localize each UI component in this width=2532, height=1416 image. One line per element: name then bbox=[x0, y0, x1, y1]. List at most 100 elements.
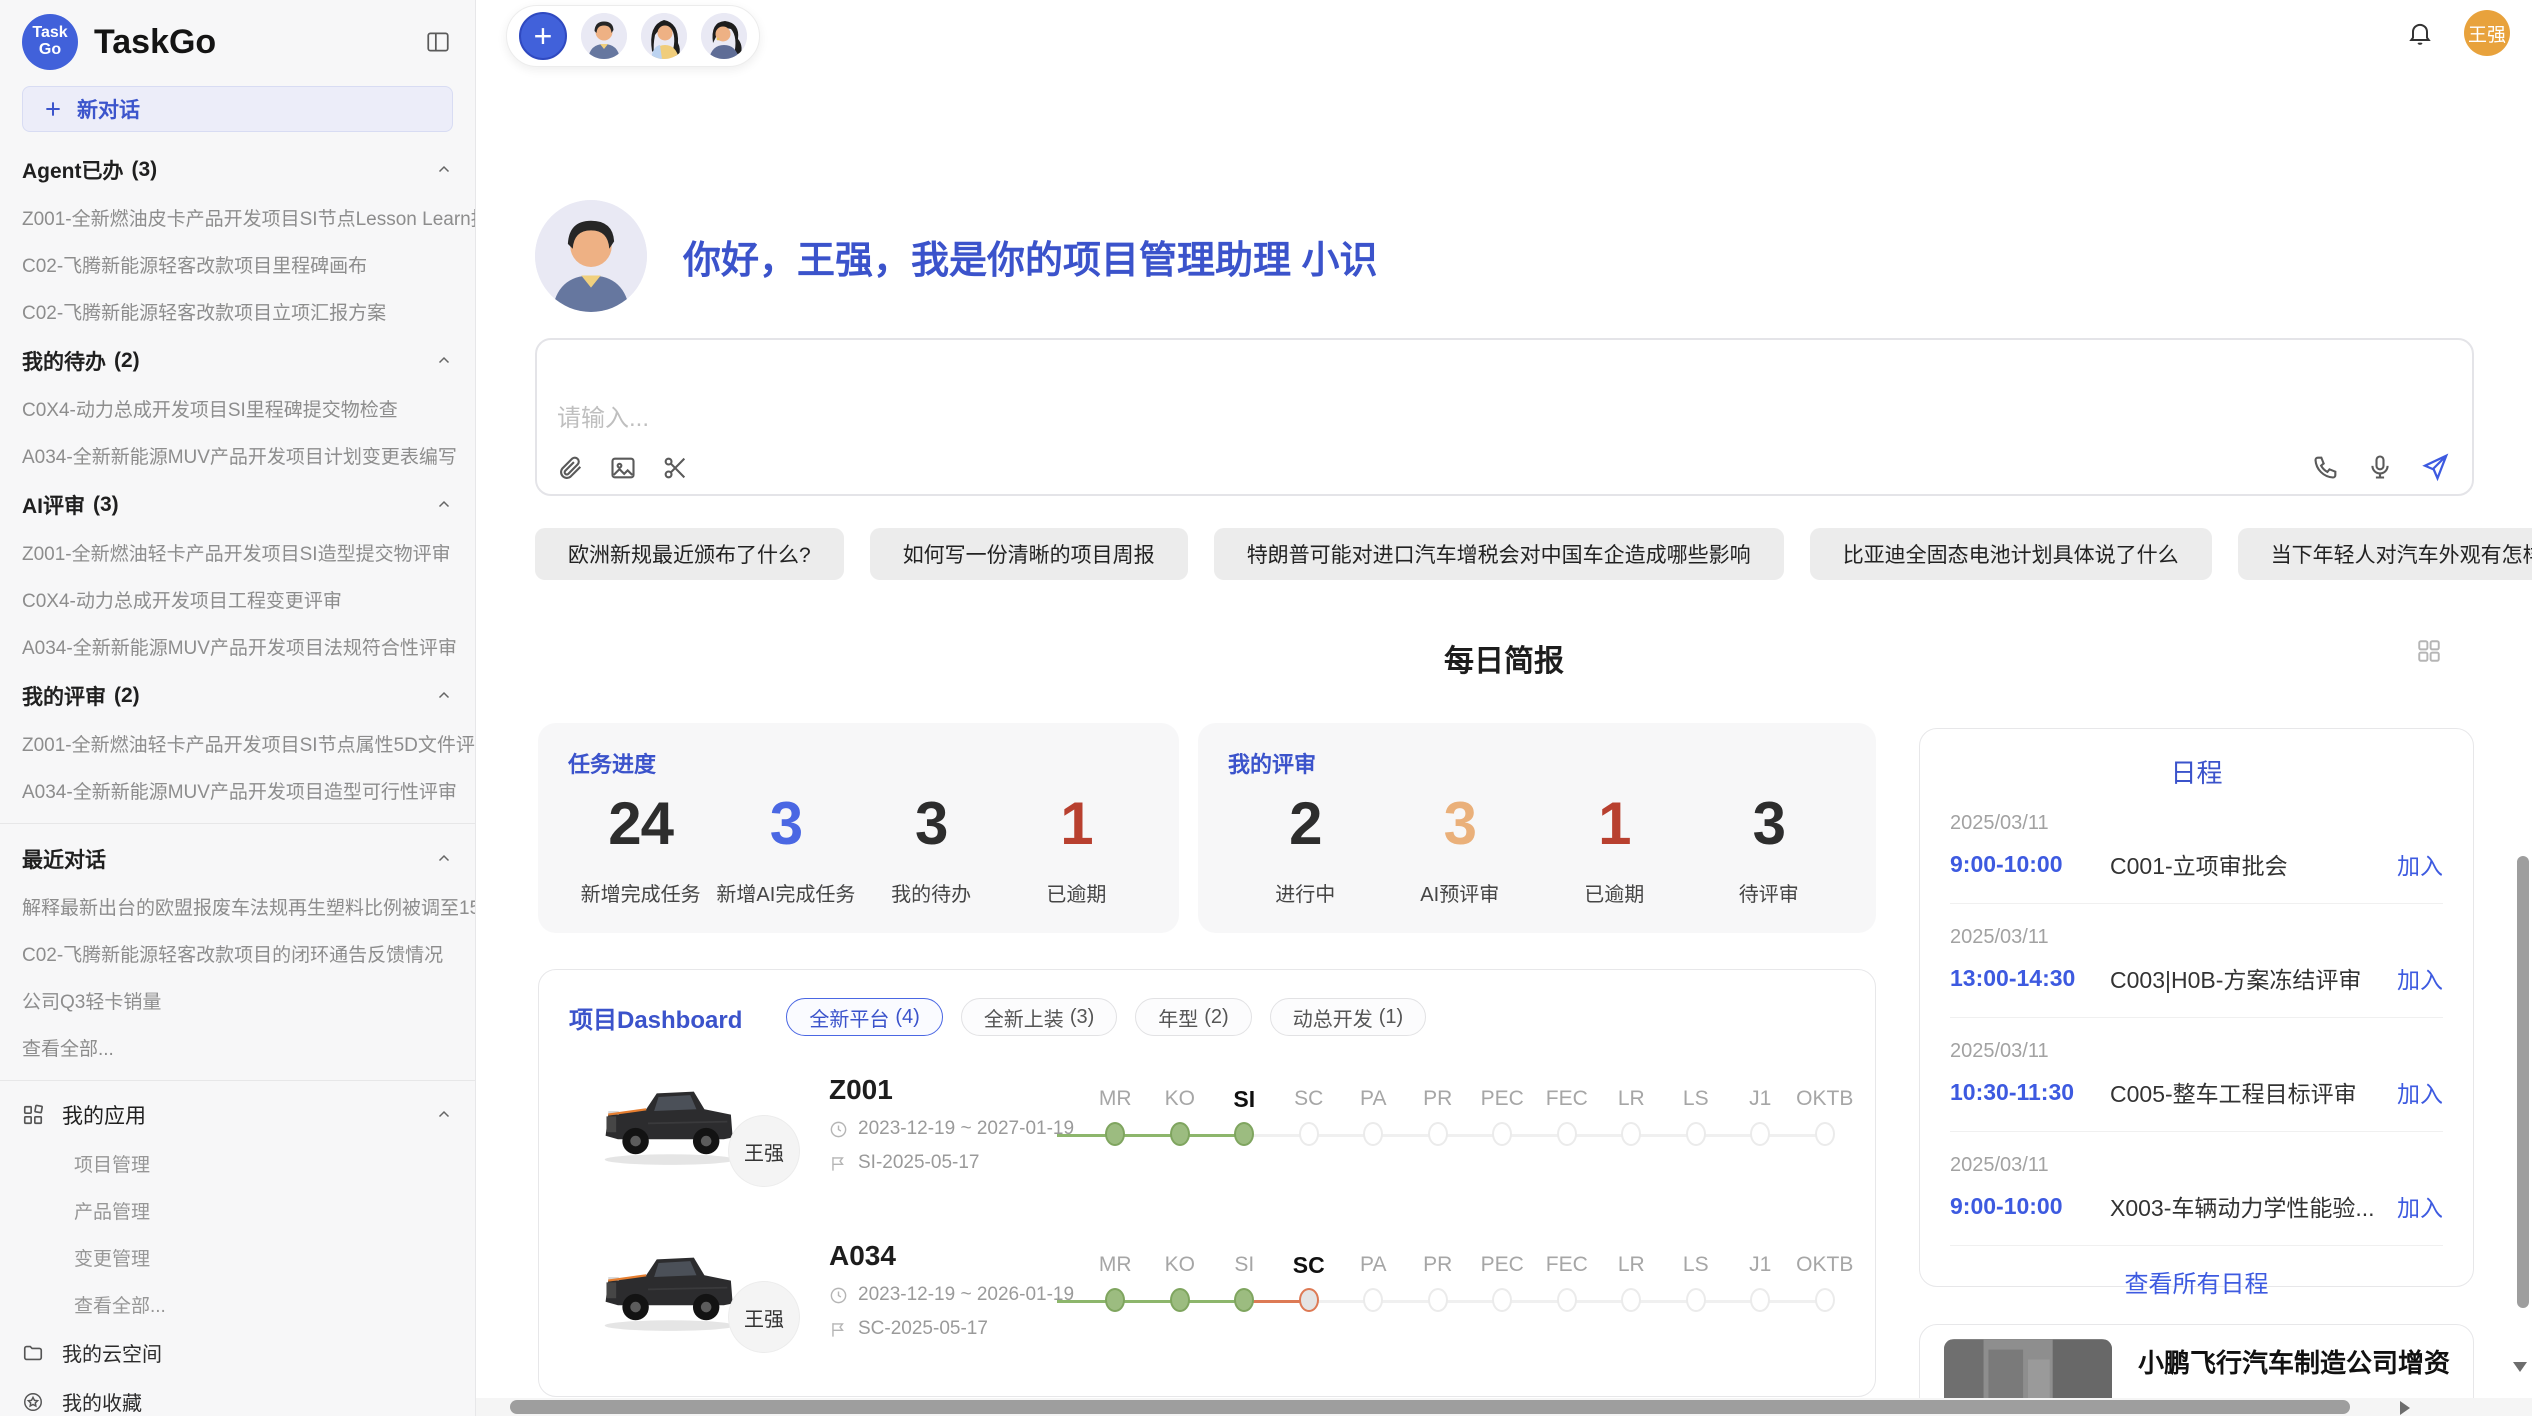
suggestion-chip[interactable]: 比亚迪全固态电池计划具体说了什么 bbox=[1810, 528, 2212, 580]
project-thumbnail bbox=[595, 1070, 745, 1168]
chevron-up-icon bbox=[435, 1106, 453, 1124]
project-row[interactable]: 王强 Z001 2023-12-19 ~ 2027-01-19 SI-2025-… bbox=[569, 1070, 1845, 1202]
schedule-date: 2025/03/11 bbox=[1950, 1154, 2443, 1177]
sidebar-item-my-apps[interactable]: 我的应用 bbox=[0, 1090, 475, 1140]
app-link-project-mgmt[interactable]: 项目管理 bbox=[0, 1140, 475, 1187]
tab-model-year[interactable]: 年型(2) bbox=[1135, 998, 1251, 1036]
add-agent-button[interactable]: + bbox=[519, 12, 567, 60]
chat-input[interactable] bbox=[557, 398, 2257, 442]
tab-new-platform[interactable]: 全新平台(4) bbox=[786, 998, 942, 1036]
agent-avatar[interactable] bbox=[641, 13, 687, 59]
sidebar-item-favorites[interactable]: 我的收藏 bbox=[0, 1377, 475, 1416]
sidebar-item[interactable]: Z001-全新燃油轻卡产品开发项目SI造型提交物评审 bbox=[0, 529, 475, 576]
notifications-bell-icon[interactable] bbox=[2406, 19, 2434, 47]
apps-view-all[interactable]: 查看全部... bbox=[0, 1281, 475, 1328]
tab-powertrain[interactable]: 动总开发(1) bbox=[1270, 998, 1426, 1036]
suggestion-chip[interactable]: 当下年轻人对汽车外观有怎样的喜好趋势 bbox=[2238, 528, 2532, 580]
agent-avatar[interactable] bbox=[701, 13, 747, 59]
milestone-strip: MRKOSISCPAPRPECFECLRLSJ1OKTB bbox=[1079, 1082, 1857, 1146]
owner-badge: 王强 bbox=[729, 1116, 799, 1186]
milestone-label: KO bbox=[1148, 1248, 1213, 1282]
sidebar-section-agent-done[interactable]: Agent已办 (3) bbox=[0, 144, 475, 194]
microphone-icon[interactable] bbox=[2366, 453, 2394, 481]
app-title: TaskGo bbox=[94, 23, 409, 62]
insert-image-icon[interactable] bbox=[609, 454, 637, 482]
milestone-dot bbox=[1363, 1288, 1383, 1312]
attachment-paperclip-icon[interactable] bbox=[557, 454, 585, 482]
schedule-event-title: C005-整车工程目标评审 bbox=[2110, 1075, 2385, 1109]
recent-chats-view-all[interactable]: 查看全部... bbox=[0, 1024, 475, 1071]
schedule-time: 9:00-10:00 bbox=[1950, 1193, 2110, 1220]
layout-grid-icon[interactable] bbox=[2416, 638, 2442, 664]
milestone-label: SC bbox=[1277, 1248, 1342, 1282]
recent-chat-item[interactable]: 解释最新出台的欧盟报废车法规再生塑料比例被调至15%... bbox=[0, 883, 475, 930]
milestone-dot bbox=[1299, 1122, 1319, 1146]
sidebar-section-my-reviews[interactable]: 我的评审 (2) bbox=[0, 670, 475, 720]
voice-call-icon[interactable] bbox=[2312, 453, 2340, 481]
app-link-product-mgmt[interactable]: 产品管理 bbox=[0, 1187, 475, 1234]
recent-chat-item[interactable]: 公司Q3轻卡销量 bbox=[0, 977, 475, 1024]
milestone-dot bbox=[1750, 1122, 1770, 1146]
flag-icon bbox=[829, 1154, 848, 1173]
main-content: + 王强 你好，王强，我是你的项目管理助理 小识 bbox=[476, 0, 2532, 1416]
milestone-strip: MRKOSISCPAPRPECFECLRLSJ1OKTB bbox=[1079, 1248, 1857, 1312]
sidebar-item[interactable]: A034-全新新能源MUV产品开发项目法规符合性评审 bbox=[0, 623, 475, 670]
app-link-change-mgmt[interactable]: 变更管理 bbox=[0, 1234, 475, 1281]
scroll-right-arrow-icon[interactable] bbox=[2400, 1401, 2410, 1415]
schedule-date: 2025/03/11 bbox=[1950, 812, 2443, 835]
sidebar-item-cloud-space[interactable]: 我的云空间 bbox=[0, 1328, 475, 1377]
milestone-label: FEC bbox=[1535, 1082, 1600, 1116]
stat: 1已逾期 bbox=[1004, 789, 1149, 907]
join-link[interactable]: 加入 bbox=[2397, 847, 2443, 881]
project-row[interactable] bbox=[569, 1390, 1845, 1397]
schedule-event-title: C001-立项审批会 bbox=[2110, 847, 2385, 881]
schedule-card: 日程 2025/03/11 9:00-10:00 C001-立项审批会 加入 2… bbox=[1919, 728, 2474, 1287]
scissors-icon[interactable] bbox=[661, 454, 689, 482]
stat: 2进行中 bbox=[1228, 789, 1383, 907]
sidebar-item[interactable]: A034-全新新能源MUV产品开发项目计划变更表编写 bbox=[0, 432, 475, 479]
view-all-schedule-link[interactable]: 查看所有日程 bbox=[1950, 1264, 2443, 1299]
collapse-sidebar-icon[interactable] bbox=[425, 29, 451, 55]
milestone-dot bbox=[1234, 1288, 1254, 1312]
stat: 3我的待办 bbox=[859, 789, 1004, 907]
scroll-down-arrow-icon[interactable] bbox=[2513, 1362, 2527, 1372]
recent-chat-item[interactable]: C02-飞腾新能源轻客改款项目的闭环通告反馈情况 bbox=[0, 930, 475, 977]
send-icon[interactable] bbox=[2420, 452, 2450, 482]
tab-new-body[interactable]: 全新上装(3) bbox=[961, 998, 1117, 1036]
suggestion-chip[interactable]: 欧洲新规最近颁布了什么? bbox=[535, 528, 844, 580]
project-row[interactable]: 王强 A034 2023-12-19 ~ 2026-01-19 SC-2025-… bbox=[569, 1236, 1845, 1368]
stat: 3待评审 bbox=[1692, 789, 1847, 907]
user-avatar[interactable]: 王强 bbox=[2464, 10, 2510, 56]
sidebar-item[interactable]: A034-全新新能源MUV产品开发项目造型可行性评审 bbox=[0, 767, 475, 814]
milestone-dot bbox=[1750, 1288, 1770, 1312]
chevron-up-icon bbox=[435, 687, 453, 705]
project-thumbnail bbox=[595, 1390, 745, 1397]
sidebar-item[interactable]: C0X4-动力总成开发项目SI里程碑提交物检查 bbox=[0, 385, 475, 432]
project-flag: SI-2025-05-17 bbox=[858, 1152, 979, 1174]
new-chat-button[interactable]: 新对话 bbox=[22, 86, 453, 132]
join-link[interactable]: 加入 bbox=[2397, 1189, 2443, 1223]
vertical-scrollbar-thumb[interactable] bbox=[2517, 856, 2529, 1308]
join-link[interactable]: 加入 bbox=[2397, 1075, 2443, 1109]
star-badge-icon bbox=[22, 1391, 44, 1413]
agent-avatar[interactable] bbox=[581, 13, 627, 59]
sidebar-section-ai-review[interactable]: AI评审 (3) bbox=[0, 479, 475, 529]
sidebar-item[interactable]: C02-飞腾新能源轻客改款项目立项汇报方案 bbox=[0, 288, 475, 335]
schedule-time: 9:00-10:00 bbox=[1950, 851, 2110, 878]
horizontal-scrollbar-thumb[interactable] bbox=[510, 1400, 2350, 1414]
sidebar-section-recent-chats[interactable]: 最近对话 bbox=[0, 833, 475, 883]
sidebar-section-my-todos[interactable]: 我的待办 (2) bbox=[0, 335, 475, 385]
suggestion-chip[interactable]: 如何写一份清晰的项目周报 bbox=[870, 528, 1188, 580]
suggestion-chip[interactable]: 特朗普可能对进口汽车增税会对中国车企造成哪些影响 bbox=[1214, 528, 1784, 580]
sidebar-item[interactable]: C02-飞腾新能源轻客改款项目里程碑画布 bbox=[0, 241, 475, 288]
milestone-dot bbox=[1299, 1288, 1319, 1312]
milestone-label: SI bbox=[1212, 1082, 1277, 1116]
milestone-label: PEC bbox=[1470, 1248, 1535, 1282]
schedule-item: 2025/03/11 9:00-10:00 C001-立项审批会 加入 bbox=[1950, 790, 2443, 904]
horizontal-scrollbar[interactable] bbox=[476, 1398, 2532, 1416]
sidebar-item[interactable]: Z001-全新燃油轻卡产品开发项目SI节点属性5D文件评审 bbox=[0, 720, 475, 767]
schedule-time: 10:30-11:30 bbox=[1950, 1079, 2110, 1106]
sidebar-item[interactable]: Z001-全新燃油皮卡产品开发项目SI节点Lesson Learn报告 bbox=[0, 194, 475, 241]
sidebar-item[interactable]: C0X4-动力总成开发项目工程变更评审 bbox=[0, 576, 475, 623]
join-link[interactable]: 加入 bbox=[2397, 961, 2443, 995]
